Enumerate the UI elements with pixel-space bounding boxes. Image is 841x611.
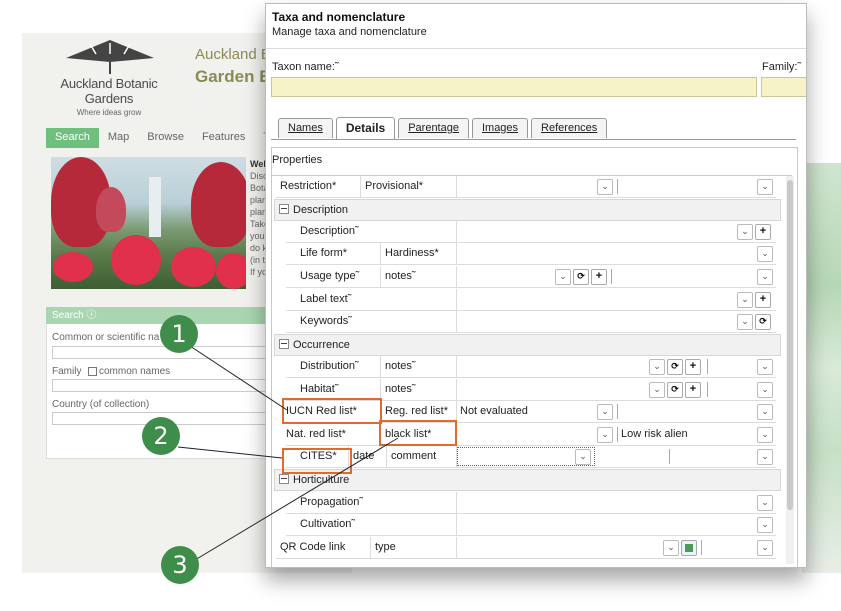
callout-lines	[177, 345, 399, 561]
callout-badge-3: 3	[161, 546, 199, 584]
callout-badge-2: 2	[142, 417, 180, 455]
callout-badge-1: 1	[160, 315, 198, 353]
